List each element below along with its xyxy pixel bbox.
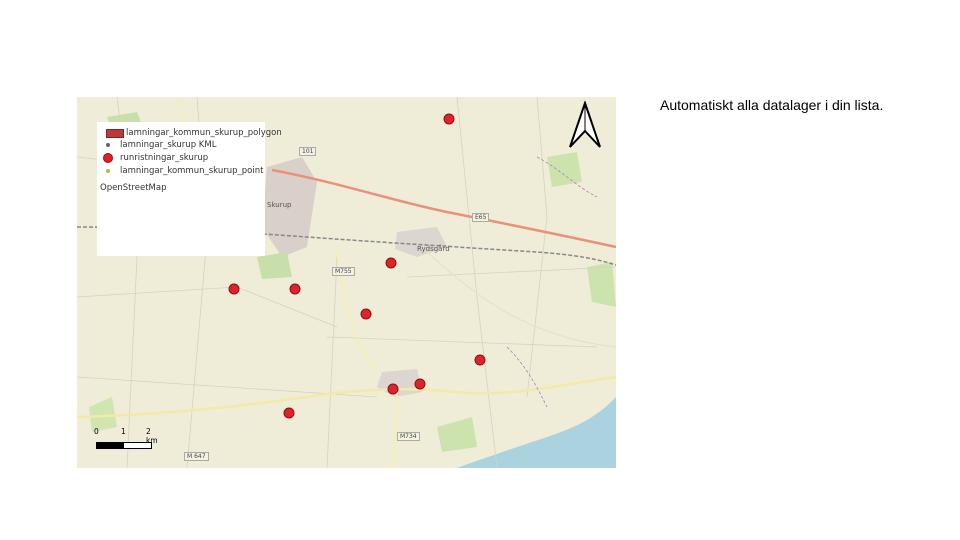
site-marker[interactable] — [385, 257, 397, 269]
scale-tick-0: 0 — [94, 427, 99, 436]
place-label-rydsgard: Rydsgård — [417, 245, 450, 253]
site-marker[interactable] — [360, 308, 372, 320]
road-label-m734: M734 — [397, 432, 420, 441]
legend-label: lamningar_kommun_skurup_polygon — [126, 128, 282, 138]
scale-tick-1: 1 — [121, 427, 126, 436]
legend-item-polygon: lamningar_kommun_skurup_polygon — [102, 127, 282, 139]
legend-item-point: lamningar_kommun_skurup_point — [102, 165, 263, 177]
scale-bar: 0 1 2 km — [94, 427, 158, 452]
road-label-m647: M 647 — [184, 452, 209, 461]
road-label-m755: M755 — [332, 267, 355, 276]
scale-segment-black — [96, 442, 125, 449]
site-marker[interactable] — [387, 383, 399, 395]
basemap-label: OpenStreetMap — [100, 183, 167, 193]
road-label-e65: E65 — [472, 213, 490, 222]
legend-basemap: OpenStreetMap — [100, 182, 166, 194]
site-marker[interactable] — [474, 354, 486, 366]
dot-icon — [106, 143, 110, 147]
site-marker[interactable] — [228, 283, 240, 295]
road-label-101: 101 — [299, 147, 317, 156]
site-marker[interactable] — [443, 113, 455, 125]
map-view[interactable]: Skurup Rydsgård M755 M734 E65 101 M 647 … — [77, 97, 616, 468]
place-label-skurup: Skurup — [267, 201, 292, 209]
north-arrow-icon — [569, 101, 601, 148]
site-marker[interactable] — [414, 378, 426, 390]
legend-item-runristningar: runristningar_skurup — [102, 152, 208, 164]
legend-label: lamningar_skurup KML — [120, 140, 217, 150]
site-marker[interactable] — [283, 407, 295, 419]
caption-text: Automatiskt alla datalager i din lista. — [660, 97, 884, 113]
scale-segment-white — [123, 442, 152, 449]
legend-label: runristningar_skurup — [120, 153, 209, 163]
legend-item-kml: lamningar_skurup KML — [102, 139, 216, 151]
dot-icon — [106, 169, 110, 173]
site-marker[interactable] — [289, 283, 301, 295]
red-circle-icon — [103, 153, 113, 163]
polygon-swatch-icon — [106, 128, 124, 138]
map-legend: lamningar_kommun_skurup_polygon lamninga… — [97, 122, 282, 256]
legend-label: lamningar_kommun_skurup_point — [120, 166, 264, 176]
